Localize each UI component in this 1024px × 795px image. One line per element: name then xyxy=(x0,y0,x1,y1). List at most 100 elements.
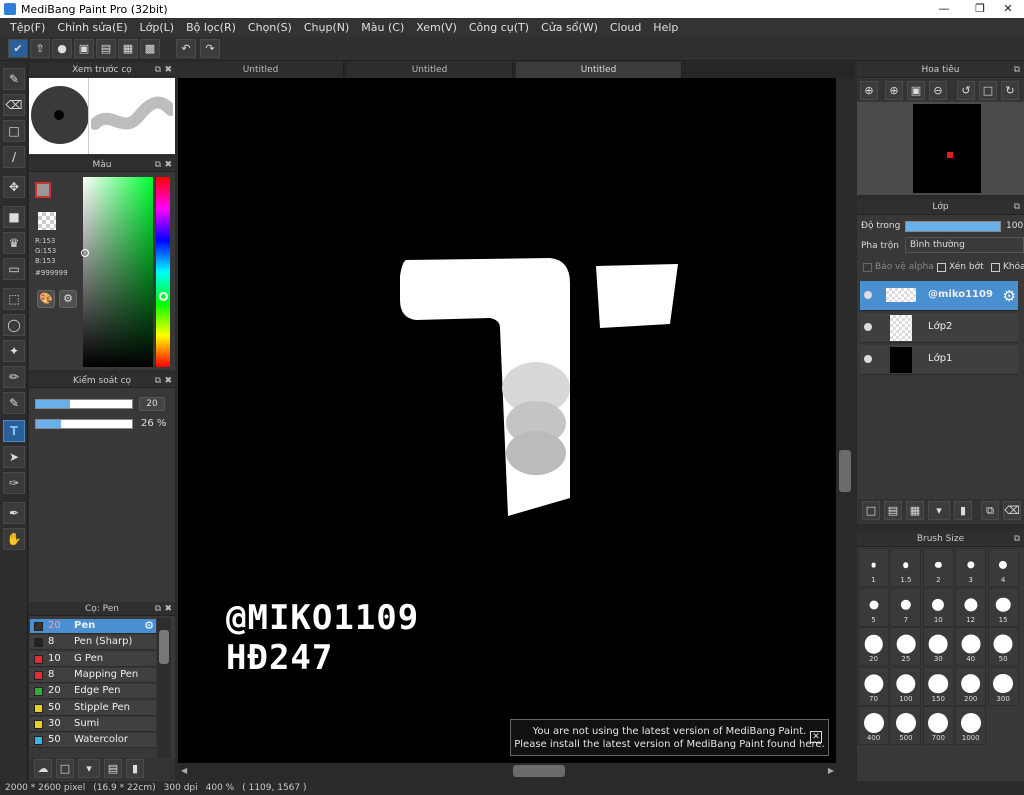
grid-icon[interactable]: ▩ xyxy=(140,39,160,58)
menu-filter[interactable]: Bộ lọc(R) xyxy=(180,21,242,34)
zoom-in-icon[interactable]: ⊕ xyxy=(860,81,878,100)
close-icon[interactable]: ✖ xyxy=(164,63,172,77)
gradient-icon[interactable]: ▭ xyxy=(3,258,25,280)
navigator-view[interactable] xyxy=(857,102,1024,195)
add-brush-icon[interactable]: ▾ xyxy=(78,759,100,778)
layer-row-lop2[interactable]: Lớp2 xyxy=(860,313,1018,343)
sv-cursor[interactable] xyxy=(81,249,89,257)
scroll-left-icon[interactable]: ◀ xyxy=(181,766,187,775)
drawing-canvas[interactable]: @MIKO1109 HĐ247 xyxy=(178,78,836,763)
move-icon[interactable]: ✥ xyxy=(3,176,25,198)
clipping-checkbox[interactable]: Xén bớt xyxy=(937,262,984,272)
brush-item[interactable]: 20 Pen ⚙ xyxy=(30,619,156,634)
rotate-right-icon[interactable]: ↻ xyxy=(1001,81,1019,100)
page-icon[interactable]: ▤ xyxy=(96,39,116,58)
new-layer-icon[interactable]: □ xyxy=(862,501,880,520)
brush-size-option[interactable]: 700 xyxy=(922,706,954,745)
menu-tools[interactable]: Công cụ(T) xyxy=(463,21,535,34)
new-8bit-layer-icon[interactable]: ▦ xyxy=(906,501,924,520)
tab-untitled-3[interactable]: Untitled xyxy=(516,62,682,78)
eyedropper-icon[interactable]: ✒ xyxy=(3,502,25,524)
menu-snap[interactable]: Chụp(N) xyxy=(298,21,355,34)
primary-color-swatch[interactable] xyxy=(35,182,51,198)
popout-icon[interactable]: ⧉ xyxy=(155,63,161,77)
fit-screen-icon[interactable]: ▣ xyxy=(907,81,925,100)
tab-untitled-1[interactable]: Untitled xyxy=(178,62,344,78)
select-eraser-icon[interactable]: ✎ xyxy=(3,392,25,414)
new-brush-icon[interactable]: □ xyxy=(56,759,74,778)
menu-cloud[interactable]: Cloud xyxy=(604,21,647,34)
canvas-horizontal-scrollbar[interactable]: ◀ ▶ xyxy=(178,763,854,779)
brush-size-option[interactable]: 400 xyxy=(858,706,889,745)
brush-cloud-icon[interactable]: ☁ xyxy=(34,759,52,778)
zoom-magnify-icon[interactable]: ⊕ xyxy=(885,81,903,100)
new-halftone-layer-icon[interactable]: ▤ xyxy=(884,501,902,520)
popout-icon[interactable]: ⧉ xyxy=(1014,62,1020,78)
brush-item[interactable]: 50 Watercolor xyxy=(30,733,156,749)
close-icon[interactable]: ✖ xyxy=(164,602,172,616)
menu-view[interactable]: Xem(V) xyxy=(410,21,463,34)
eraser-icon[interactable]: ⌫ xyxy=(3,94,25,116)
brush-list-scrollbar[interactable] xyxy=(157,618,171,758)
color-settings-icon[interactable]: ⚙ xyxy=(59,290,77,308)
add-layer-menu-icon[interactable]: ▾ xyxy=(928,501,950,520)
brush-opacity-slider[interactable] xyxy=(35,419,133,429)
brush-size-option[interactable]: 2 xyxy=(922,548,954,587)
hue-slider[interactable] xyxy=(156,177,170,367)
operation-icon[interactable]: ➤ xyxy=(3,446,25,468)
undo-icon[interactable]: ↶ xyxy=(176,39,196,58)
panel-icon[interactable]: ▦ xyxy=(118,39,138,58)
eye-icon[interactable] xyxy=(864,323,872,331)
brush-item[interactable]: 30 Sumi xyxy=(30,716,156,732)
tab-untitled-2[interactable]: Untitled xyxy=(347,62,513,78)
palette-icon[interactable]: 🎨 xyxy=(37,290,55,308)
fill-rect-icon[interactable]: ■ xyxy=(3,206,25,228)
close-button[interactable]: ✕ xyxy=(992,0,1024,18)
protect-alpha-checkbox[interactable]: Bảo vệ alpha xyxy=(863,262,934,272)
brush-folder-icon[interactable]: ▮ xyxy=(126,759,144,778)
blend-mode-select[interactable]: Bình thường xyxy=(905,237,1024,253)
close-icon[interactable]: ✖ xyxy=(164,374,172,388)
brush-item[interactable]: 20 Edge Pen xyxy=(30,684,156,700)
brush-size-option[interactable]: 4 xyxy=(987,548,1019,587)
select-rect-icon[interactable]: ⬚ xyxy=(3,288,25,310)
brush-size-option[interactable]: 500 xyxy=(890,706,922,745)
zoom-out-icon[interactable]: ⊖ xyxy=(929,81,947,100)
menu-window[interactable]: Cửa sổ(W) xyxy=(535,21,604,34)
export-icon[interactable]: ⇧ xyxy=(30,39,50,58)
menu-help[interactable]: Help xyxy=(647,21,684,34)
duplicate-layer-icon[interactable]: ⧉ xyxy=(981,501,999,520)
bucket-icon[interactable]: ♛ xyxy=(3,232,25,254)
brush-item[interactable]: 50 Stipple Pen xyxy=(30,700,156,716)
hue-cursor[interactable] xyxy=(159,292,168,301)
menu-file[interactable]: Tệp(F) xyxy=(4,21,51,34)
brush-size-option[interactable]: 5 xyxy=(858,587,889,627)
layer-row-lop1[interactable]: Lớp1 xyxy=(860,345,1018,375)
popout-icon[interactable]: ⧉ xyxy=(155,602,161,616)
eye-icon[interactable] xyxy=(864,291,872,299)
menu-color[interactable]: Màu (C) xyxy=(355,21,410,34)
rectangle-icon[interactable]: □ xyxy=(3,120,25,142)
brush-size-option[interactable]: 25 xyxy=(890,627,922,666)
layer-folder-icon[interactable]: ▮ xyxy=(954,501,972,520)
brush-size-option[interactable]: 150 xyxy=(922,666,954,706)
brush-item[interactable]: 8 Pen (Sharp) xyxy=(30,635,156,651)
transparent-swatch[interactable] xyxy=(38,212,56,230)
brush-size-option[interactable]: 1000 xyxy=(955,706,987,745)
brush-size-option[interactable]: 1 xyxy=(858,548,889,587)
scroll-right-icon[interactable]: ▶ xyxy=(828,766,834,775)
brush-size-option[interactable]: 3 xyxy=(955,548,987,587)
text-icon[interactable]: T xyxy=(3,420,25,442)
brush-size-value[interactable]: 20 xyxy=(139,397,165,411)
brush-copy-icon[interactable]: ▤ xyxy=(104,759,122,778)
close-icon[interactable]: ✖ xyxy=(164,158,172,172)
popout-icon[interactable]: ⧉ xyxy=(1014,199,1020,215)
canvas-vertical-scrollbar[interactable] xyxy=(836,78,854,763)
reset-view-icon[interactable]: □ xyxy=(979,81,997,100)
brush-item[interactable]: 8 Mapping Pen xyxy=(30,667,156,683)
menu-select[interactable]: Chọn(S) xyxy=(242,21,298,34)
checkmark-icon[interactable]: ✔ xyxy=(8,39,28,58)
lasso-icon[interactable]: ◯ xyxy=(3,314,25,336)
redo-icon[interactable]: ↷ xyxy=(200,39,220,58)
layer-row-miko1109[interactable]: @miko1109 ⚙ xyxy=(860,281,1018,311)
